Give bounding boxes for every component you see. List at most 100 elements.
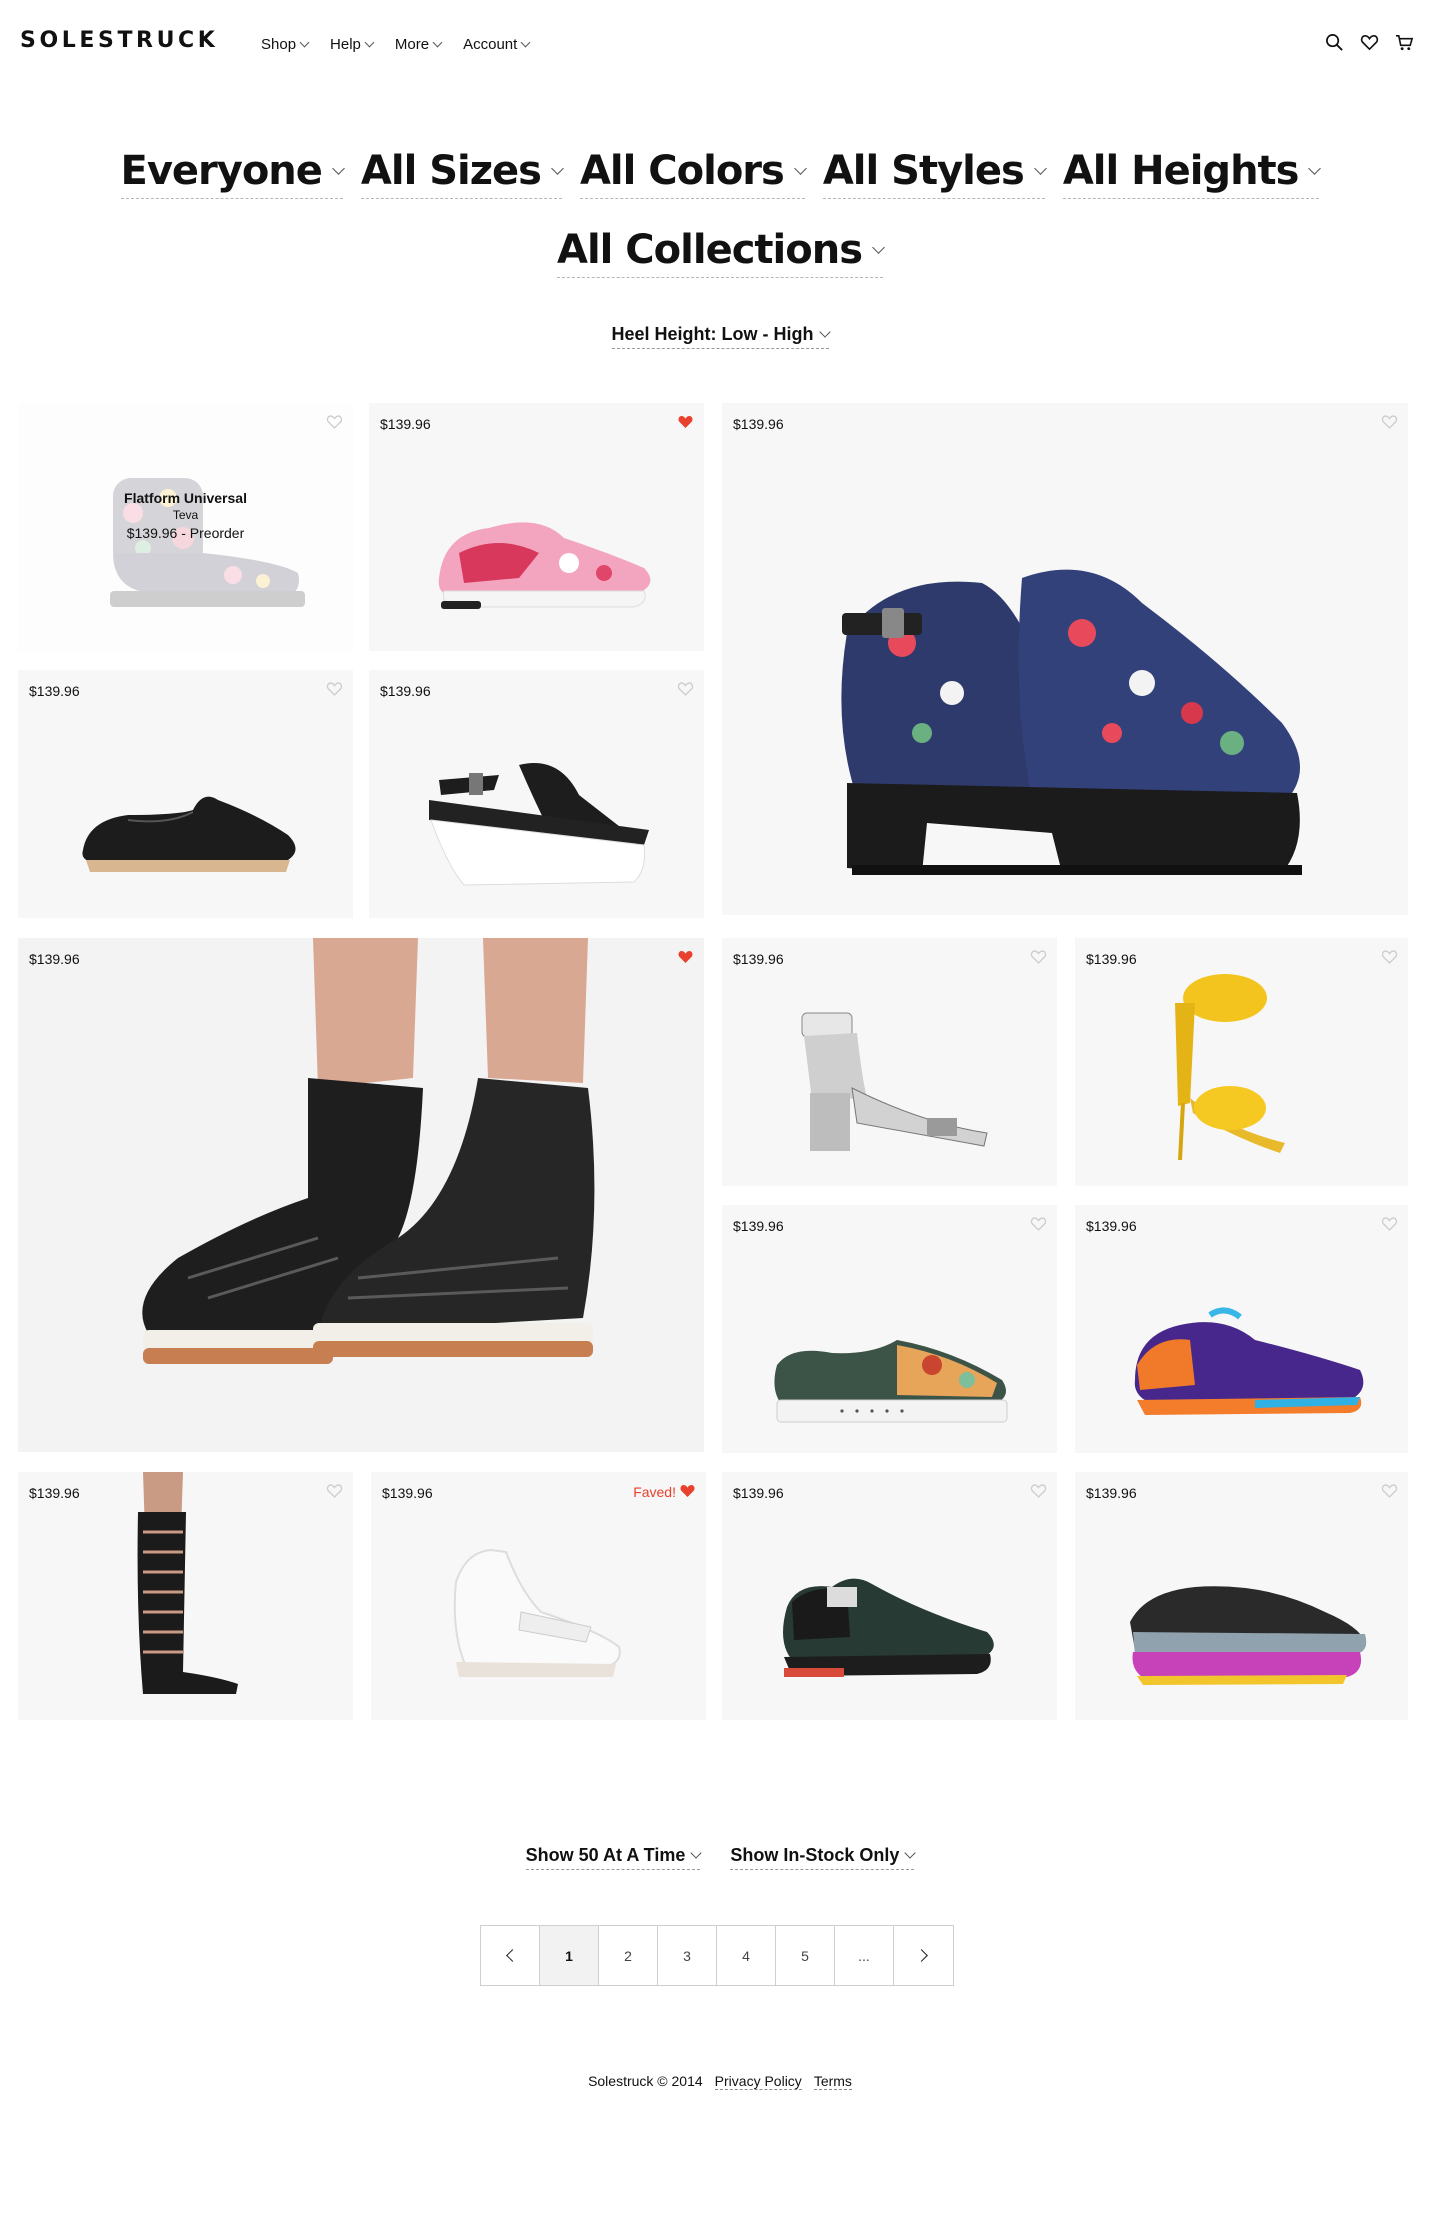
per-page-dropdown[interactable]: Show 50 At A Time — [525, 1845, 703, 1870]
product-tile[interactable]: $139.96 — [1075, 1472, 1408, 1720]
chevron-left-icon — [505, 1949, 519, 1962]
product-price: $139.96 — [733, 1218, 784, 1234]
chevron-down-icon — [432, 37, 443, 48]
product-image — [801, 1012, 988, 1151]
product-tile[interactable]: $139.96 — [18, 1472, 353, 1720]
filter-size[interactable]: All Sizes — [360, 148, 564, 199]
chevron-down-icon — [872, 240, 885, 254]
product-tile[interactable]: $139.96 — [18, 938, 704, 1452]
favorite-icon[interactable] — [677, 414, 694, 430]
filter-collection-label: All Collections — [557, 227, 863, 273]
chevron-down-icon — [690, 1847, 703, 1859]
favorite-icon[interactable] — [1030, 949, 1047, 965]
product-image — [841, 569, 1302, 875]
chevron-down-icon — [904, 1847, 917, 1859]
copyright-text: Solestruck © 2014 — [588, 2073, 703, 2089]
chevron-down-icon — [299, 37, 310, 48]
favorite-icon[interactable] — [1381, 414, 1398, 430]
product-tile[interactable]: $139.96 — [1075, 938, 1408, 1186]
product-tile[interactable]: $139.96 — [1075, 1205, 1408, 1453]
page-button[interactable]: 3 — [658, 1926, 717, 1985]
product-price: $139.96 — [733, 1485, 784, 1501]
product-price: $139.96 — [29, 683, 80, 699]
chevron-down-icon — [520, 37, 531, 48]
favorite-icon[interactable] — [677, 681, 694, 697]
favorite-icon[interactable] — [1381, 1216, 1398, 1232]
privacy-policy-link[interactable]: Privacy Policy — [714, 2073, 802, 2090]
product-image — [453, 1548, 621, 1677]
next-page-button[interactable] — [894, 1926, 953, 1985]
product-image — [774, 1340, 1008, 1423]
product-tile[interactable]: $139.96 — [369, 403, 704, 651]
favorite-icon[interactable] — [1381, 949, 1398, 965]
product-price: $139.96 — [733, 416, 784, 432]
product-tile[interactable]: $139.96 Faved! — [371, 1472, 706, 1720]
chevron-right-icon — [915, 1949, 928, 1962]
per-page-label: Show 50 At A Time — [525, 1845, 686, 1865]
sort-label: Heel Height: Low - High — [611, 324, 814, 344]
chevron-down-icon — [364, 37, 375, 48]
product-image — [783, 1578, 994, 1677]
product-tile[interactable]: $139.96 — [722, 938, 1057, 1186]
product-price: $139.96 — [733, 951, 784, 967]
product-price: $139.96 — [1086, 1218, 1137, 1234]
product-image — [429, 763, 649, 886]
favorite-icon[interactable] — [326, 1483, 343, 1499]
terms-link[interactable]: Terms — [813, 2073, 852, 2090]
favorite-icon[interactable] — [326, 681, 343, 697]
product-tile[interactable]: Flatform Universal Teva $139.96 - Preord… — [18, 403, 353, 651]
header-icons — [1325, 33, 1414, 52]
filter-color[interactable]: All Colors — [579, 148, 807, 199]
product-tile[interactable]: $139.96 — [369, 670, 704, 918]
page-button[interactable]: 1 — [540, 1926, 599, 1985]
favorite-icon[interactable] — [1381, 1483, 1398, 1499]
favorite-icon[interactable] — [679, 1483, 696, 1499]
product-tile[interactable]: $139.96 — [722, 1205, 1057, 1453]
favorite-icon[interactable] — [326, 414, 343, 430]
stock-dropdown[interactable]: Show In-Stock Only — [730, 1845, 917, 1870]
product-brand: Teva — [172, 507, 199, 522]
product-price: $139.96 — [29, 1485, 80, 1501]
sort-dropdown[interactable]: Heel Height: Low - High — [611, 324, 831, 349]
product-image — [82, 796, 296, 872]
cart-icon[interactable] — [1395, 33, 1414, 52]
main-nav: Shop Help More Account — [261, 36, 531, 53]
pagination: 1 2 3 4 5 ... — [480, 1925, 954, 1986]
product-price: $139.96 — [382, 1485, 433, 1501]
product-image — [142, 938, 595, 1364]
product-price: $139.96 — [380, 416, 431, 432]
chevron-down-icon — [551, 161, 564, 175]
filter-height[interactable]: All Heights — [1062, 148, 1322, 199]
filter-collection[interactable]: All Collections — [557, 227, 885, 278]
nav-help[interactable]: Help — [330, 36, 375, 53]
prev-page-button[interactable] — [481, 1926, 540, 1985]
nav-account-label: Account — [463, 36, 518, 53]
product-price: $139.96 — [1086, 951, 1137, 967]
filter-size-label: All Sizes — [360, 148, 542, 194]
favorite-icon[interactable] — [1030, 1216, 1047, 1232]
chevron-down-icon — [793, 161, 807, 175]
page-button[interactable]: 5 — [776, 1926, 835, 1985]
favorite-icon[interactable] — [677, 949, 694, 965]
search-icon[interactable] — [1325, 33, 1344, 52]
nav-more[interactable]: More — [395, 36, 443, 53]
heart-icon[interactable] — [1360, 33, 1379, 52]
page-button[interactable]: 2 — [599, 1926, 658, 1985]
faved-label: Faved! — [633, 1484, 676, 1500]
favorite-icon[interactable] — [1030, 1483, 1047, 1499]
product-price: $139.96 — [380, 683, 431, 699]
product-tile[interactable]: $139.96 — [722, 403, 1408, 915]
filter-gender[interactable]: Everyone — [120, 148, 345, 199]
product-image — [1175, 974, 1285, 1161]
product-tile[interactable]: $139.96 — [18, 670, 353, 918]
page-ellipsis[interactable]: ... — [835, 1926, 894, 1985]
product-price: $139.96 — [29, 951, 80, 967]
product-image — [438, 522, 651, 609]
nav-account[interactable]: Account — [463, 36, 531, 53]
filter-style[interactable]: All Styles — [822, 148, 1047, 199]
product-image — [1134, 1307, 1364, 1415]
product-tile[interactable]: $139.96 — [722, 1472, 1057, 1720]
nav-shop[interactable]: Shop — [261, 36, 310, 53]
brand-logo[interactable]: SOLESTRUCK — [20, 28, 218, 53]
page-button[interactable]: 4 — [717, 1926, 776, 1985]
